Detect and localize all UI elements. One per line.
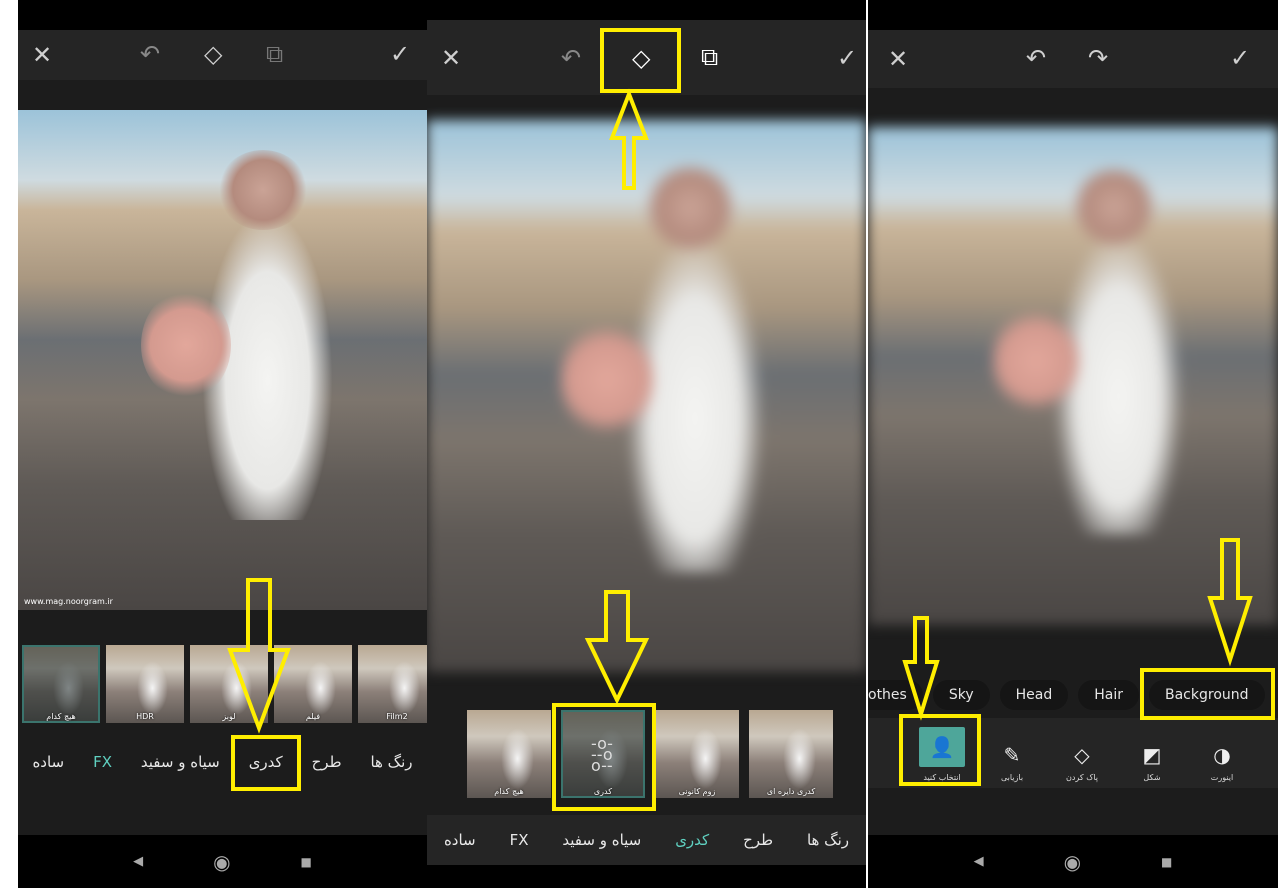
compare-icon[interactable]: ⧉ — [701, 45, 718, 69]
editor-panel-fx: ✕ ↶ ◇ ⧉ ✓ www.mag.noorgram.ir هیچ کدام H… — [18, 0, 427, 888]
thumb-label: فیلم — [305, 712, 321, 721]
tab-simple[interactable]: ساده — [32, 753, 64, 771]
eraser-icon[interactable]: ◇ — [204, 42, 222, 66]
tool-label: اینورت — [1210, 773, 1234, 782]
editor-panel-blur: ✕ ↶ ◇ ⧉ ✓ هیچ کدام -o- --o o-- کدری زوم کان… — [427, 0, 866, 888]
category-tabs: رنگ ها طرح کدری سیاه و سفید FX ساده — [427, 815, 866, 865]
status-strip — [427, 0, 866, 20]
watermark: www.mag.noorgram.ir — [24, 597, 113, 606]
thumb-film[interactable]: فیلم — [274, 645, 352, 723]
tab-fx[interactable]: FX — [93, 753, 112, 771]
tool-shape[interactable]: ◩ شکل — [1124, 718, 1180, 788]
compare-icon[interactable]: ⧉ — [266, 42, 283, 66]
category-tabs: رنگ ها طرح کدری سیاه و سفید FX ساده — [18, 740, 427, 784]
invert-icon: ◑ — [1213, 743, 1231, 767]
tool-restore[interactable]: ✎ بازیابی — [984, 718, 1040, 788]
selection-tools: 👤 انتخاب کنید ✎ بازیابی ◇ پاک کردن ◩ شکل ◑ ای… — [868, 718, 1278, 788]
photo-canvas[interactable]: www.mag.noorgram.ir — [18, 110, 427, 610]
android-nav-bar — [427, 865, 866, 888]
tab-design[interactable]: طرح — [743, 831, 773, 849]
tab-bw[interactable]: سیاه و سفید — [141, 753, 220, 771]
android-nav-bar: ◀ ◉ ■ — [868, 835, 1278, 888]
photo-canvas-blurred[interactable] — [427, 120, 866, 672]
close-icon[interactable]: ✕ — [32, 43, 52, 67]
eraser-icon: ◇ — [1074, 743, 1090, 767]
tab-blur[interactable]: کدری — [675, 831, 709, 849]
shape-icon: ◩ — [1142, 743, 1162, 767]
undo-icon[interactable]: ↶ — [1026, 46, 1046, 70]
tool-label: بازیابی — [1000, 773, 1024, 782]
tool-invert[interactable]: ◑ اینورت — [1194, 718, 1250, 788]
chip-background[interactable]: Background — [1149, 680, 1265, 710]
home-icon[interactable]: ◉ — [213, 850, 230, 874]
segment-chips: othes Sky Head Hair Background — [868, 678, 1278, 712]
redo-icon[interactable]: ↷ — [1088, 46, 1108, 70]
tab-blur[interactable]: کدری — [249, 753, 283, 771]
status-strip — [18, 0, 427, 30]
chip-clothes[interactable]: othes — [868, 680, 923, 710]
back-icon[interactable]: ◀ — [133, 854, 143, 869]
tab-colors[interactable]: رنگ ها — [807, 831, 849, 849]
thumb-focal-zoom[interactable]: زوم کانونی — [655, 710, 739, 798]
subject-hat — [218, 150, 309, 230]
thumb-label: هیچ کدام — [494, 787, 524, 796]
tab-design[interactable]: طرح — [312, 753, 342, 771]
status-strip — [868, 0, 1278, 30]
undo-icon[interactable]: ↶ — [140, 42, 160, 66]
thumb-label: کدری دایره ای — [766, 787, 816, 796]
tool-select[interactable]: 👤 انتخاب کنید — [914, 718, 970, 788]
thumb-blur[interactable]: -o- --o o-- کدری — [561, 710, 645, 798]
android-nav-bar: ◀ ◉ ■ — [18, 835, 427, 888]
teddy-bear — [140, 290, 231, 400]
thumb-circular-blur[interactable]: کدری دایره ای — [749, 710, 833, 798]
apply-check-icon[interactable]: ✓ — [1230, 46, 1250, 70]
person-select-icon: 👤 — [919, 727, 965, 767]
subject-hat — [642, 164, 739, 253]
sliders-icon: -o- --o o-- — [591, 734, 613, 776]
chip-sky[interactable]: Sky — [932, 680, 990, 710]
thumb-label: کدری — [593, 787, 613, 796]
tool-erase[interactable]: ◇ پاک کردن — [1054, 718, 1110, 788]
thumb-label: HDR — [136, 712, 154, 721]
subject-hat — [1068, 166, 1160, 247]
tab-fx[interactable]: FX — [510, 831, 529, 849]
eraser-icon[interactable]: ◇ — [632, 46, 650, 70]
editor-panel-selection: ✕ ↶ ↷ ✓ othes Sky Head Hair Background 👤… — [868, 0, 1278, 888]
tab-bw[interactable]: سیاه و سفید — [562, 831, 641, 849]
top-toolbar: ✕ ↶ ◇ ⧉ ✓ — [18, 30, 427, 80]
thumb-none[interactable]: هیچ کدام — [467, 710, 551, 798]
tab-colors[interactable]: رنگ ها — [370, 753, 412, 771]
thumb-hdr[interactable]: HDR — [106, 645, 184, 723]
photo-canvas-blurred[interactable] — [868, 127, 1278, 625]
apply-check-icon[interactable]: ✓ — [390, 42, 410, 66]
back-icon[interactable]: ◀ — [974, 854, 984, 869]
thumb-label: هیچ کدام — [46, 712, 76, 721]
top-toolbar: ✕ ↶ ↷ ✓ — [868, 30, 1278, 88]
thumb-none[interactable]: هیچ کدام — [22, 645, 100, 723]
brush-icon: ✎ — [1003, 743, 1021, 767]
recents-icon[interactable]: ■ — [301, 855, 312, 869]
thumb-label: زوم کانونی — [678, 787, 716, 796]
blur-thumbnails: هیچ کدام -o- --o o-- کدری زوم کانونی کدری د… — [467, 710, 833, 798]
thumb-label: لوبز — [222, 712, 236, 721]
thumb-lobz[interactable]: لوبز — [190, 645, 268, 723]
close-icon[interactable]: ✕ — [441, 46, 461, 70]
chip-hair[interactable]: Hair — [1078, 680, 1139, 710]
teddy-bear — [991, 306, 1082, 416]
recents-icon[interactable]: ■ — [1161, 855, 1172, 869]
effect-thumbnails: هیچ کدام HDR لوبز فیلم Film2 — [22, 645, 427, 723]
thumb-film2[interactable]: Film2 — [358, 645, 427, 723]
top-toolbar: ✕ ↶ ◇ ⧉ ✓ — [427, 20, 866, 95]
tool-label: پاک کردن — [1065, 773, 1099, 782]
home-icon[interactable]: ◉ — [1064, 850, 1081, 874]
teddy-bear — [558, 318, 656, 441]
chip-head[interactable]: Head — [999, 680, 1069, 710]
close-icon[interactable]: ✕ — [888, 47, 908, 71]
undo-icon[interactable]: ↶ — [561, 46, 581, 70]
tool-label: انتخاب کنید — [923, 773, 961, 782]
tab-simple[interactable]: ساده — [444, 831, 476, 849]
thumb-label: Film2 — [386, 712, 408, 721]
tool-label: شکل — [1143, 773, 1161, 782]
apply-check-icon[interactable]: ✓ — [837, 46, 857, 70]
